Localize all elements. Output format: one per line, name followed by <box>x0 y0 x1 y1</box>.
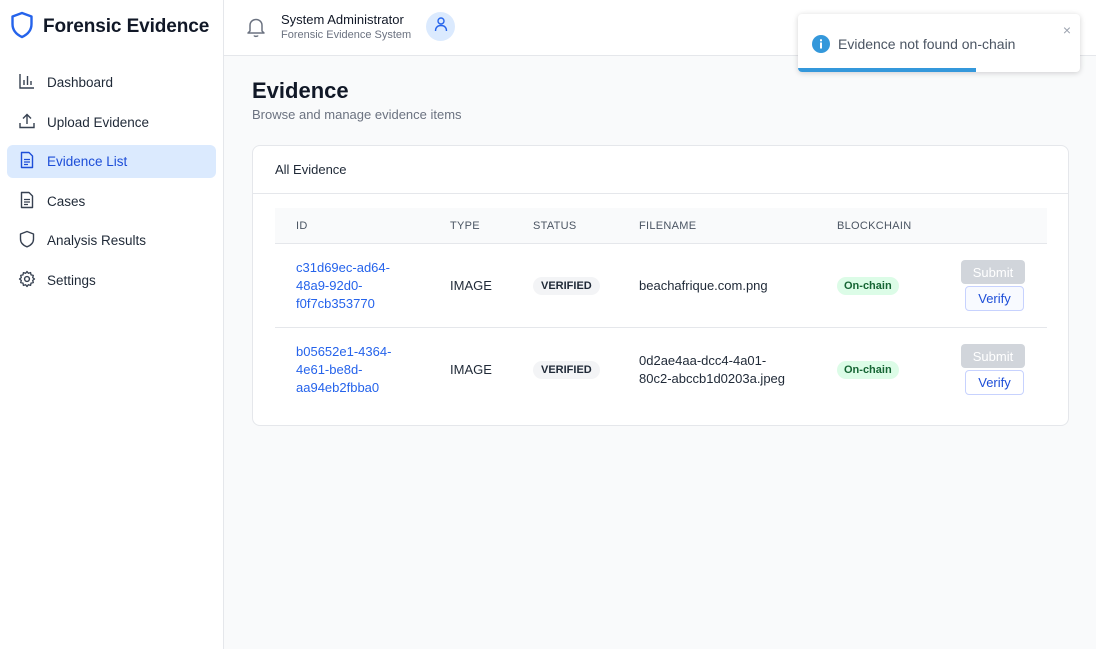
sidebar-item-cases[interactable]: Cases <box>7 185 216 218</box>
evidence-card: All Evidence ID TYPE STATUS FILENAME BLO… <box>252 145 1069 426</box>
sidebar-item-label: Upload Evidence <box>47 114 150 130</box>
sidebar-item-upload-evidence[interactable]: Upload Evidence <box>7 106 216 139</box>
sidebar-item-evidence-list[interactable]: Evidence List <box>7 145 216 178</box>
sidebar-item-label: Analysis Results <box>47 233 147 248</box>
evidence-filename: beachafrique.com.png <box>639 277 814 295</box>
filename-line: beachafrique.com.png <box>639 278 768 293</box>
toast-notification: Evidence not found on-chain × <box>798 14 1080 72</box>
blockchain-badge: On-chain <box>837 361 899 379</box>
user-info: System Administrator Forensic Evidence S… <box>281 12 411 41</box>
evidence-id-line: 4e61-be8d- <box>296 362 363 377</box>
sidebar-item-analysis-results[interactable]: Analysis Results <box>7 224 216 257</box>
info-icon <box>812 35 830 53</box>
evidence-id-line: aa94eb2fbba0 <box>296 380 380 395</box>
verify-button[interactable]: Verify <box>965 286 1024 311</box>
user-subtitle: Forensic Evidence System <box>281 29 412 41</box>
status-badge: VERIFIED <box>533 361 600 379</box>
sidebar-item-label: Cases <box>47 193 86 209</box>
shield-icon <box>18 230 36 251</box>
document-icon <box>18 151 36 172</box>
filename-line: 0d2ae4aa-dcc4-4a01- <box>639 353 767 368</box>
column-header-type: TYPE <box>450 220 480 232</box>
sidebar: Forensic Evidence Dashboard Upload Evide… <box>0 0 224 649</box>
column-header-status: STATUS <box>533 220 577 232</box>
filename-line: 80c2-abccb1d0203a.jpeg <box>639 371 786 386</box>
table-row: b05652e1-4364- 4e61-be8d- aa94eb2fbba0 I… <box>275 328 1047 412</box>
evidence-type: IMAGE <box>450 362 492 377</box>
evidence-filename: 0d2ae4aa-dcc4-4a01- 80c2-abccb1d0203a.jp… <box>639 352 814 388</box>
gear-icon <box>18 270 36 291</box>
sidebar-item-label: Evidence List <box>47 154 128 169</box>
blockchain-badge: On-chain <box>837 277 899 295</box>
column-header-id: ID <box>296 220 308 232</box>
submit-button[interactable]: Submit <box>961 260 1025 284</box>
bell-icon[interactable] <box>245 15 267 39</box>
table-row: c31d69ec-ad64- 48a9-92d0- f0f7cb353770 I… <box>275 244 1047 328</box>
evidence-type: IMAGE <box>450 278 492 293</box>
submit-button[interactable]: Submit <box>961 344 1025 368</box>
page-title: Evidence <box>252 78 349 103</box>
brand[interactable]: Forensic Evidence <box>0 0 223 54</box>
evidence-id-line: f0f7cb353770 <box>296 296 375 311</box>
evidence-id-line: c31d69ec-ad64- <box>296 260 390 275</box>
avatar[interactable] <box>426 12 455 41</box>
column-header-filename: FILENAME <box>639 220 697 232</box>
user-name: System Administrator <box>281 12 404 27</box>
upload-icon <box>18 112 36 133</box>
evidence-id-link[interactable]: b05652e1-4364- 4e61-be8d- aa94eb2fbba0 <box>296 343 416 397</box>
evidence-id-line: 48a9-92d0- <box>296 278 363 293</box>
status-badge: VERIFIED <box>533 277 600 295</box>
user-icon <box>433 16 449 37</box>
verify-button[interactable]: Verify <box>965 370 1024 395</box>
sidebar-item-label: Dashboard <box>47 75 114 90</box>
shield-logo-icon <box>10 11 34 44</box>
evidence-id-link[interactable]: c31d69ec-ad64- 48a9-92d0- f0f7cb353770 <box>296 259 416 313</box>
page-subtitle: Browse and manage evidence items <box>252 107 462 122</box>
toast-progress-bar <box>798 68 976 72</box>
sidebar-item-label: Settings <box>47 272 96 288</box>
app-title: Forensic Evidence <box>43 16 210 37</box>
table-header: ID TYPE STATUS FILENAME BLOCKCHAIN <box>275 208 1047 244</box>
evidence-table: ID TYPE STATUS FILENAME BLOCKCHAIN c31d6… <box>275 208 1047 412</box>
sidebar-item-dashboard[interactable]: Dashboard <box>7 66 216 99</box>
close-icon[interactable]: × <box>1063 23 1071 37</box>
document-icon <box>18 191 36 212</box>
column-header-blockchain: BLOCKCHAIN <box>837 220 912 232</box>
toast-message: Evidence not found on-chain <box>838 36 1016 52</box>
sidebar-nav: Dashboard Upload Evidence Evidence List … <box>0 66 223 297</box>
card-title: All Evidence <box>253 146 1068 194</box>
sidebar-item-settings[interactable]: Settings <box>7 264 216 297</box>
bar-chart-icon <box>18 72 36 93</box>
evidence-id-line: b05652e1-4364- <box>296 344 392 359</box>
